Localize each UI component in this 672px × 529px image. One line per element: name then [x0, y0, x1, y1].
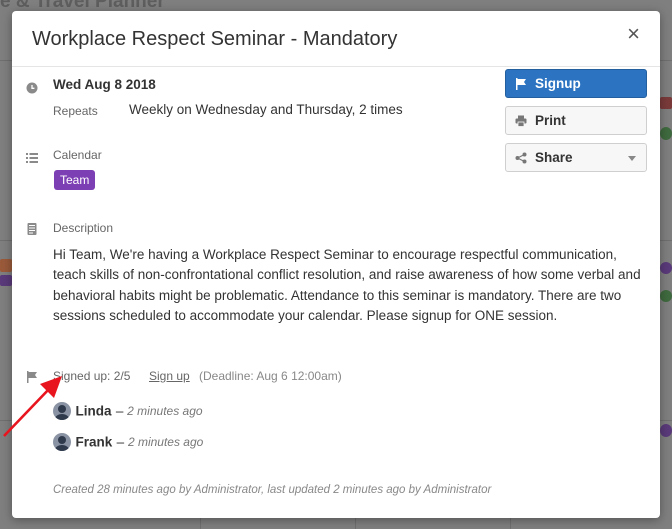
- flag-icon: [26, 371, 38, 383]
- signup-deadline: (Deadline: Aug 6 12:00am): [199, 369, 342, 383]
- attendee-row: Linda – 2 minutes ago: [53, 402, 203, 422]
- background-gridline: [200, 518, 201, 529]
- attendee-time: 2 minutes ago: [127, 404, 203, 418]
- signup-button-label: Signup: [535, 76, 581, 91]
- printer-icon: [515, 115, 527, 127]
- repeats-value: Weekly on Wednesday and Thursday, 2 time…: [129, 102, 403, 117]
- description-label: Description: [53, 221, 114, 235]
- modal-title: Workplace Respect Seminar - Mandatory: [32, 28, 398, 50]
- calendar-label: Calendar: [53, 148, 102, 162]
- event-date: Wed Aug 8 2018: [53, 77, 156, 92]
- background-event: [660, 97, 672, 109]
- attendee-name: Linda: [75, 403, 112, 419]
- attendee-row: Frank – 2 minutes ago: [53, 433, 203, 453]
- close-button[interactable]: ×: [627, 23, 640, 45]
- chevron-down-icon: [628, 156, 636, 161]
- background-event: [0, 275, 12, 286]
- background-event: [660, 424, 672, 437]
- avatar: [53, 433, 71, 451]
- attendee-name: Frank: [75, 434, 113, 450]
- attendee-separator: –: [116, 434, 128, 450]
- background-event: [660, 290, 672, 302]
- signup-link[interactable]: Sign up: [149, 369, 190, 383]
- share-button[interactable]: Share: [505, 143, 647, 172]
- print-button[interactable]: Print: [505, 106, 647, 135]
- attendee-separator: –: [115, 403, 128, 419]
- signup-button[interactable]: Signup: [505, 69, 647, 98]
- modal-header: Workplace Respect Seminar - Mandatory ×: [12, 11, 660, 67]
- signed-up-count: Signed up: 2/5: [53, 369, 131, 383]
- background-event: [0, 259, 12, 272]
- print-button-label: Print: [535, 113, 566, 128]
- share-button-label: Share: [535, 150, 573, 165]
- audit-footer: Created 28 minutes ago by Administrator,…: [53, 484, 492, 496]
- background-event: [660, 127, 672, 140]
- list-icon: [26, 152, 38, 164]
- flag-icon: [515, 78, 527, 90]
- document-icon: [26, 223, 38, 235]
- background-gridline: [510, 518, 511, 529]
- event-details-modal: Workplace Respect Seminar - Mandatory × …: [12, 11, 660, 518]
- background-event: [660, 262, 672, 274]
- clock-icon: [26, 82, 38, 94]
- repeats-label: Repeats: [53, 104, 98, 118]
- background-gridline: [355, 518, 356, 529]
- avatar: [53, 402, 71, 420]
- description-text: Hi Team, We're having a Workplace Respec…: [53, 247, 641, 324]
- calendar-badge: Team: [54, 170, 96, 190]
- share-icon: [515, 152, 527, 164]
- attendee-time: 2 minutes ago: [127, 435, 204, 449]
